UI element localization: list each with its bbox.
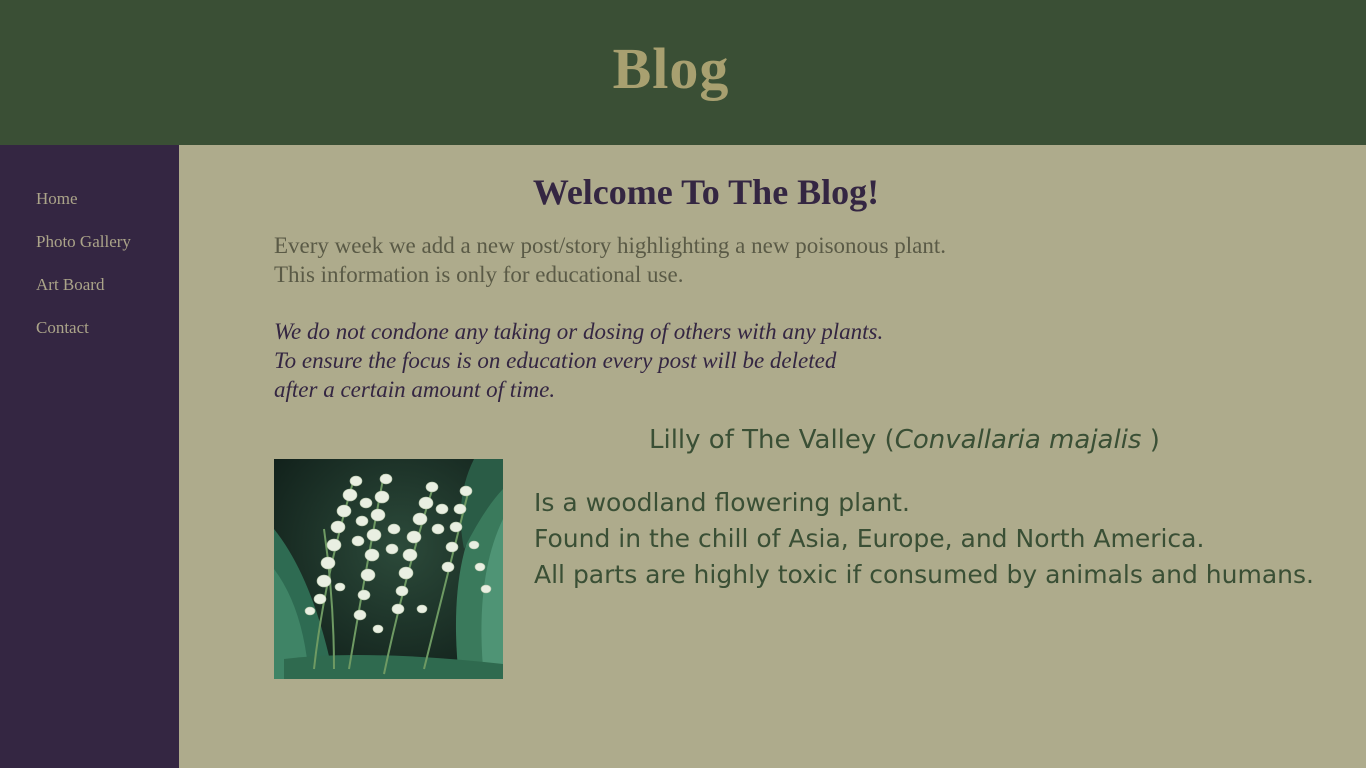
intro-line: This information is only for educational… [274,262,684,287]
site-title: Blog [612,36,730,101]
sidebar-item-art-board[interactable]: Art Board [36,275,104,295]
intro-text: Every week we add a new post/story highl… [274,231,946,289]
disclaimer-line: after a certain amount of time. [274,377,556,402]
post-body: Is a woodland flowering plant. Found in … [534,485,1314,593]
plant-photo [274,459,503,679]
main-content: Welcome To The Blog! Every week we add a… [179,145,1366,768]
page-heading: Welcome To The Blog! [532,172,880,212]
post-scientific-name: Convallaria majalis [894,425,1142,455]
disclaimer-line: We do not condone any taking or dosing o… [274,319,884,344]
post-body-line: Is a woodland flowering plant. [534,488,910,517]
post-body-line: Found in the chill of Asia, Europe, and … [534,524,1205,553]
sidebar-item-home[interactable]: Home [36,189,78,209]
sidebar-item-photo-gallery[interactable]: Photo Gallery [36,232,131,252]
post-title: Lilly of The Valley (Convallaria majalis… [649,423,1160,457]
site-header: Blog [0,0,1366,145]
sidebar-nav: Home Photo Gallery Art Board Contact [0,145,179,768]
disclaimer-line: To ensure the focus is on education ever… [274,348,837,373]
post-body-line: All parts are highly toxic if consumed b… [534,560,1314,589]
post-title-close: ) [1141,425,1160,455]
disclaimer-text: We do not condone any taking or dosing o… [274,317,883,404]
sidebar-item-contact[interactable]: Contact [36,318,89,338]
post-common-name: Lilly of The Valley ( [649,425,895,455]
intro-line: Every week we add a new post/story highl… [274,233,946,258]
